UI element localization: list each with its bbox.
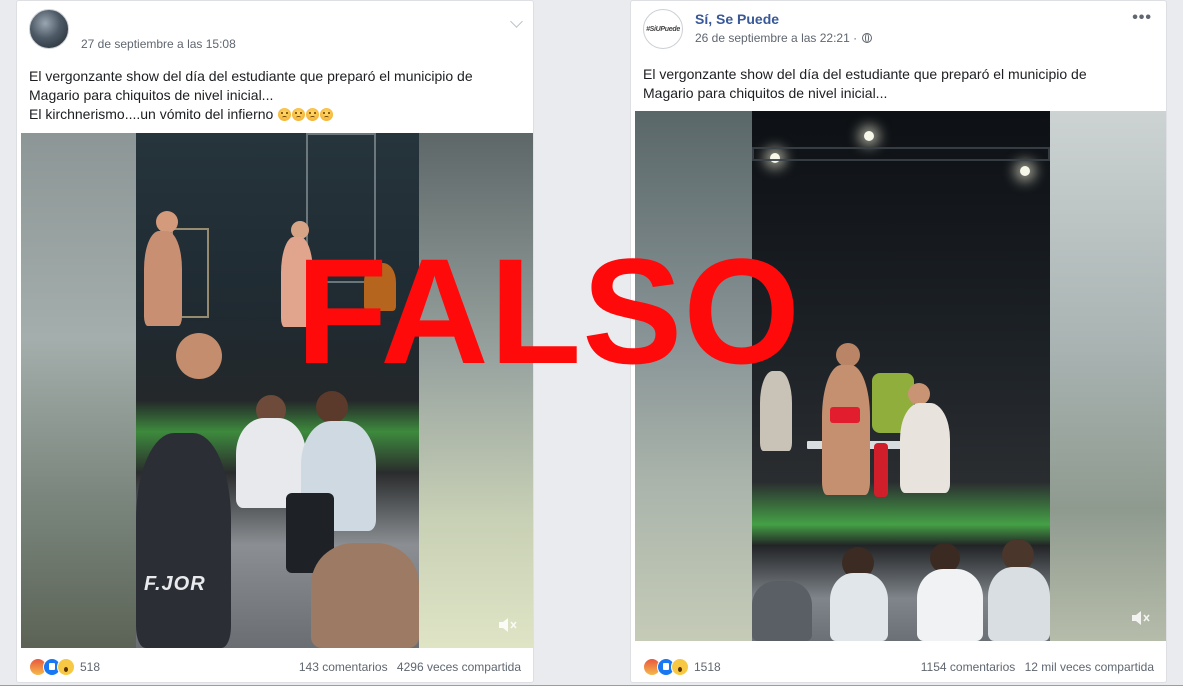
stage-prop — [874, 443, 888, 497]
shares-link[interactable]: 4296 veces compartida — [397, 660, 521, 674]
reactions-summary[interactable]: 518 — [29, 658, 100, 676]
post-stats: 143 comentarios 4296 veces compartida — [299, 660, 521, 674]
audience-member — [752, 581, 812, 641]
post-timestamp[interactable]: 27 de septiembre a las 15:08 — [81, 37, 236, 51]
mute-icon[interactable] — [497, 616, 519, 634]
wow-reaction-icon — [671, 658, 689, 676]
chevron-down-icon[interactable] — [510, 15, 523, 28]
emoji-angry-icon — [320, 108, 334, 121]
performer — [900, 403, 950, 493]
audience-member — [988, 567, 1050, 641]
audience-head — [176, 333, 222, 379]
more-options-icon[interactable]: ••• — [1132, 9, 1152, 27]
video-blur-left — [21, 133, 136, 648]
shirt-text: F.JOR — [144, 573, 206, 595]
audience-member — [311, 543, 419, 648]
post-caption: El vergonzante show del día del estudian… — [643, 65, 1156, 103]
post-timestamp-line: 26 de septiembre a las 22:21 · — [695, 31, 873, 45]
performer-head — [836, 343, 860, 367]
audience-head — [316, 391, 348, 423]
post-timestamp[interactable]: 26 de septiembre a las 22:21 · — [695, 31, 857, 45]
reaction-count: 1518 — [694, 660, 721, 674]
caption-line: El vergonzante show del día del estudian… — [643, 66, 1087, 82]
caption-line: Magario para chiquitos de nivel inicial.… — [643, 85, 888, 101]
comments-link[interactable]: 1154 comentarios — [921, 660, 1016, 674]
stage-truss — [752, 147, 1050, 161]
profile-avatar[interactable] — [29, 9, 69, 49]
audience-member — [830, 573, 888, 641]
shares-link[interactable]: 12 mil veces compartida — [1025, 660, 1154, 674]
audience-member — [136, 433, 231, 648]
emoji-angry-icon — [278, 108, 292, 121]
post-header: 27 de septiembre a las 15:08 — [29, 7, 523, 57]
caption-line: El vergonzante show del día del estudian… — [29, 68, 473, 84]
caption-line: Magario para chiquitos de nivel inicial.… — [29, 87, 274, 103]
stage-light — [1020, 166, 1030, 176]
post-stats: 1154 comentarios 12 mil veces compartida — [921, 660, 1154, 674]
performer-shorts — [830, 407, 860, 423]
audience-member — [917, 569, 983, 641]
comments-link[interactable]: 143 comentarios — [299, 660, 388, 674]
reaction-count: 518 — [80, 660, 101, 674]
caption-line: El kirchnerismo....un vómito del infiern… — [29, 106, 274, 122]
emoji-angry-icon — [292, 108, 306, 121]
page-name[interactable]: Sí, Se Puede — [695, 11, 779, 27]
post-caption: El vergonzante show del día del estudian… — [29, 67, 523, 124]
performer — [144, 231, 182, 326]
reactions-summary[interactable]: 1518 — [643, 658, 721, 676]
video-blur-right — [1050, 111, 1166, 641]
falso-verdict-stamp: FALSO — [296, 227, 802, 395]
emoji-angry-icon — [306, 108, 320, 121]
globe-icon — [862, 33, 873, 43]
caption-line-with-emoji: El kirchnerismo....un vómito del infiern… — [29, 105, 523, 124]
post-footer: 1518 1154 comentarios 12 mil veces compa… — [643, 656, 1154, 678]
performer — [822, 365, 870, 495]
performer-head — [908, 383, 930, 405]
wow-reaction-icon — [57, 658, 75, 676]
post-footer: 518 143 comentarios 4296 veces compartid… — [29, 656, 521, 678]
post-header: #SiUPuede Sí, Se Puede 26 de septiembre … — [643, 7, 1154, 57]
performer-head — [156, 211, 178, 233]
page-avatar[interactable]: #SiUPuede — [643, 9, 683, 49]
stage-light — [864, 131, 874, 141]
mute-icon[interactable] — [1130, 609, 1152, 627]
